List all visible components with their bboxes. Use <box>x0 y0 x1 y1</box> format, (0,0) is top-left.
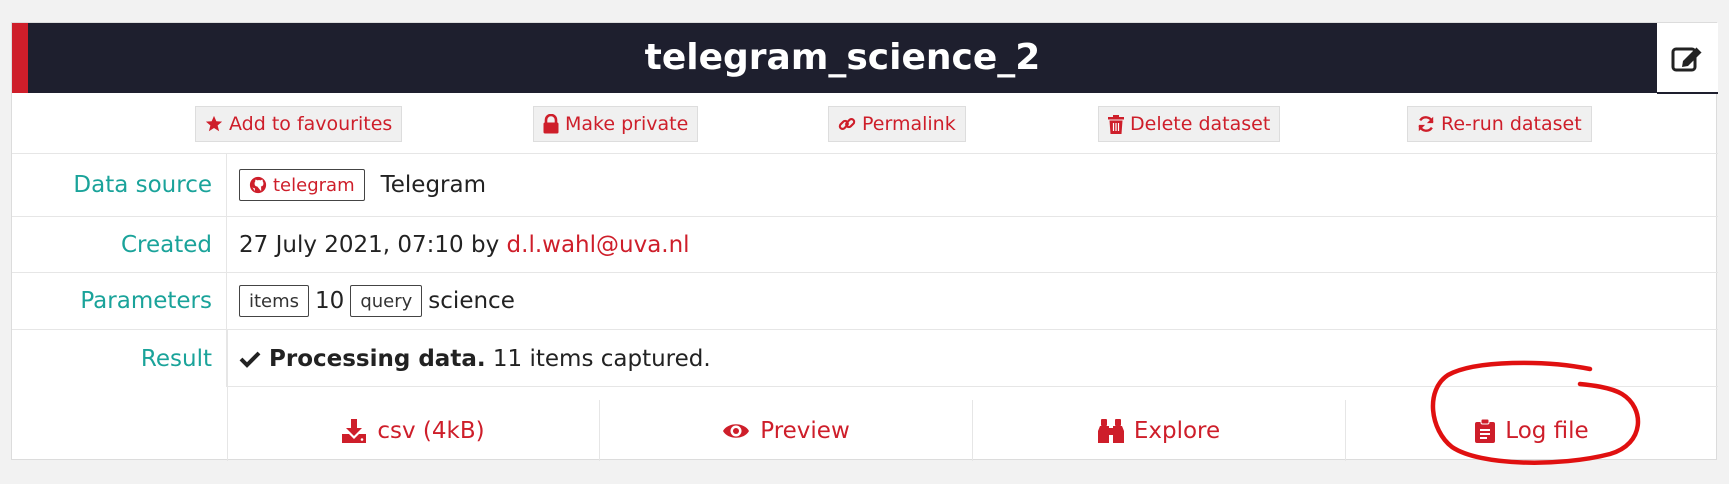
created-value-wrap: 27 July 2021, 07:10 by d.l.wahl@uva.nl <box>239 217 690 272</box>
add-to-favourites-label: Add to favourites <box>229 113 393 135</box>
data-source-value-wrap: telegram Telegram <box>239 154 486 216</box>
make-private-label: Make private <box>565 113 689 135</box>
explore-button[interactable]: Explore <box>973 400 1346 461</box>
datasource-name: Telegram <box>380 172 486 198</box>
make-private-button[interactable]: Make private <box>533 106 699 142</box>
result-status-text: 11 items captured. <box>485 345 711 372</box>
result-label: Result <box>12 330 227 387</box>
binoculars-icon <box>1097 418 1124 443</box>
preview-button[interactable]: Preview <box>600 400 973 461</box>
parameters-label: Parameters <box>12 273 227 329</box>
param-key-query: query <box>350 285 423 317</box>
result-status-bold: Processing data. <box>269 345 486 372</box>
rerun-dataset-button[interactable]: Re-run dataset <box>1407 106 1592 142</box>
delete-dataset-button[interactable]: Delete dataset <box>1098 106 1281 142</box>
result-downloads: csv (4kB) Preview Explore Log file <box>227 400 1718 461</box>
github-icon <box>249 176 267 194</box>
delete-dataset-label: Delete dataset <box>1130 113 1271 135</box>
dataset-header: telegram_science_2 <box>12 23 1657 93</box>
link-icon <box>838 118 856 130</box>
checkmark-icon <box>239 351 261 368</box>
data-source-label: Data source <box>12 154 227 216</box>
download-csv-button[interactable]: csv (4kB) <box>227 400 600 461</box>
author-link[interactable]: d.l.wahl@uva.nl <box>507 232 690 258</box>
log-file-label: Log file <box>1505 417 1589 444</box>
param-value-query: science <box>428 288 515 314</box>
row-created: Created 27 July 2021, 07:10 by d.l.wahl@… <box>12 217 1718 273</box>
preview-label: Preview <box>760 417 850 444</box>
permalink-label: Permalink <box>862 113 956 135</box>
lock-icon <box>543 114 559 134</box>
dataset-card: telegram_science_2 Add to favourites Mak… <box>11 22 1718 461</box>
datasource-tag-label: telegram <box>273 174 355 196</box>
param-key-items: items <box>239 285 310 317</box>
log-file-button[interactable]: Log file <box>1346 400 1718 461</box>
star-icon <box>205 115 223 132</box>
clipboard-icon <box>1475 418 1496 443</box>
eye-icon <box>723 423 750 438</box>
created-date: 27 July 2021, 07:10 by <box>239 231 507 258</box>
created-label: Created <box>12 217 227 272</box>
trash-icon <box>1108 114 1124 134</box>
row-data-source: Data source telegram Telegram <box>12 154 1718 217</box>
dataset-title: telegram_science_2 <box>644 37 1041 78</box>
dataset-actions: Add to favourites Make private Permalink… <box>12 94 1718 154</box>
rerun-dataset-label: Re-run dataset <box>1441 113 1582 135</box>
result-separator <box>227 386 1718 387</box>
download-csv-label: csv (4kB) <box>377 417 485 444</box>
refresh-icon <box>1418 116 1434 132</box>
permalink-button[interactable]: Permalink <box>828 106 966 142</box>
row-parameters: Parameters items 10 query science <box>12 273 1718 330</box>
edit-title-button[interactable] <box>1657 23 1718 94</box>
add-to-favourites-button[interactable]: Add to favourites <box>195 106 403 142</box>
parameters-value-wrap: items 10 query science <box>239 273 515 329</box>
result-status: Processing data. 11 items captured. <box>239 330 711 387</box>
datasource-tag[interactable]: telegram <box>239 169 365 201</box>
edit-icon <box>1671 45 1703 71</box>
explore-label: Explore <box>1133 417 1221 444</box>
download-icon <box>342 418 367 443</box>
param-value-items: 10 <box>315 288 345 314</box>
